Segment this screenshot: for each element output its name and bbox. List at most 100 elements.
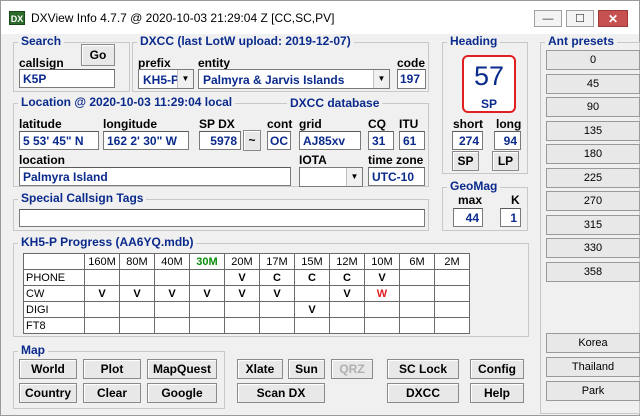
prefix-value: KH5-P (143, 73, 180, 87)
sp-dx-toggle-button[interactable]: ~ (243, 130, 261, 151)
ant-preset-button[interactable]: 135 (546, 121, 640, 141)
progress-cell (119, 317, 155, 334)
callsign-input[interactable]: K5P (19, 69, 115, 88)
longitude-field: 162 2' 30" W (103, 131, 189, 150)
mode-label: PHONE (23, 269, 85, 286)
minimize-button[interactable]: — (534, 10, 562, 27)
window-title: DXView Info 4.7.7 @ 2020-10-03 21:29:04 … (31, 11, 335, 25)
ant-preset-button[interactable]: 45 (546, 74, 640, 94)
iota-select[interactable]: ▼ (299, 167, 363, 187)
minimize-icon: — (542, 13, 554, 25)
progress-cell (329, 301, 365, 318)
code-label: code (397, 56, 426, 70)
ant-preset-button[interactable]: 180 (546, 144, 640, 164)
dxcc-button[interactable]: DXCC (387, 383, 459, 403)
progress-cell (399, 301, 435, 318)
progress-cell: V (259, 285, 295, 302)
sp-dx-label: SP DX (199, 117, 235, 131)
iota-label: IOTA (299, 153, 327, 167)
progress-cell (259, 301, 295, 318)
band-header: 80M (119, 253, 155, 270)
band-header: 40M (154, 253, 190, 270)
geomag-group-label: GeoMag (447, 179, 501, 193)
progress-cell: V (154, 285, 190, 302)
progress-cell (399, 269, 435, 286)
heading-value: 57 (473, 61, 505, 91)
progress-cell: C (294, 269, 330, 286)
ant-preset-button[interactable]: 358 (546, 262, 640, 282)
lp-button[interactable]: LP (492, 151, 519, 171)
title-bar[interactable]: DX DXView Info 4.7.7 @ 2020-10-03 21:29:… (1, 1, 639, 34)
progress-cell (189, 317, 225, 334)
band-header-highlighted: 30M (189, 253, 225, 270)
geomag-max-label: max (458, 193, 483, 207)
ant-preset-button[interactable]: 330 (546, 238, 640, 258)
world-map-button[interactable]: World (19, 359, 77, 379)
qrz-button[interactable]: QRZ (331, 359, 373, 379)
progress-cell: V (189, 285, 225, 302)
app-icon: DX (9, 11, 25, 25)
progress-cell (154, 269, 190, 286)
geomag-max-field: 44 (453, 208, 483, 227)
plot-button[interactable]: Plot (83, 359, 141, 379)
tags-group-label: Special Callsign Tags (18, 191, 147, 205)
latitude-label: latitude (19, 117, 62, 131)
progress-cell (259, 317, 295, 334)
xlate-button[interactable]: Xlate (237, 359, 283, 379)
sun-button[interactable]: Sun (288, 359, 325, 379)
progress-cell (434, 285, 470, 302)
sp-button[interactable]: SP (452, 151, 479, 171)
ant-preset-button[interactable]: 270 (546, 191, 640, 211)
chevron-down-icon[interactable]: ▼ (177, 70, 193, 88)
progress-cell: V (119, 285, 155, 302)
progress-cell (399, 317, 435, 334)
progress-cell: V (364, 269, 400, 286)
ant-preset-button[interactable]: 0 (546, 50, 640, 70)
ant-preset-button[interactable]: 90 (546, 97, 640, 117)
progress-cell: V (224, 269, 260, 286)
progress-cell (399, 285, 435, 302)
time-zone-field: UTC-10 (368, 167, 425, 186)
country-map-button[interactable]: Country (19, 383, 77, 403)
progress-cell (84, 317, 120, 334)
progress-cell (119, 301, 155, 318)
ant-preset-button[interactable]: 315 (546, 215, 640, 235)
chevron-down-icon[interactable]: ▼ (346, 168, 362, 186)
google-map-button[interactable]: Google (147, 383, 217, 403)
progress-cell (224, 301, 260, 318)
itu-zone-field: 61 (399, 131, 425, 150)
progress-cell (434, 269, 470, 286)
help-button[interactable]: Help (470, 383, 524, 403)
ant-preset-button[interactable]: 225 (546, 168, 640, 188)
ant-preset-thailand-button[interactable]: Thailand (546, 357, 640, 377)
scan-dx-button[interactable]: Scan DX (237, 383, 325, 403)
close-button[interactable]: ✕ (598, 10, 628, 27)
map-group-label: Map (18, 343, 48, 357)
ant-preset-park-button[interactable]: Park (546, 381, 640, 401)
longitude-label: longitude (103, 117, 157, 131)
ant-preset-korea-button[interactable]: Korea (546, 333, 640, 353)
sc-lock-button[interactable]: SC Lock (387, 359, 459, 379)
close-icon: ✕ (607, 12, 619, 26)
progress-row-digi: DIGI V (23, 301, 470, 318)
go-button[interactable]: Go (81, 44, 115, 66)
prefix-select[interactable]: KH5-P ▼ (138, 69, 194, 89)
continent-field: OC (267, 131, 291, 150)
progress-cell: V (294, 301, 330, 318)
mapquest-button[interactable]: MapQuest (147, 359, 217, 379)
clear-map-button[interactable]: Clear (83, 383, 141, 403)
chevron-down-icon[interactable]: ▼ (373, 70, 389, 88)
maximize-button[interactable]: ☐ (566, 10, 594, 27)
entity-label: entity (198, 56, 231, 70)
geomag-k-label: K (511, 193, 520, 207)
short-path-label: short (453, 117, 483, 131)
progress-cell (119, 269, 155, 286)
config-button[interactable]: Config (470, 359, 524, 379)
dxcc-database-label: DXCC database (287, 96, 383, 110)
geomag-k-field: 1 (500, 208, 521, 227)
cont-label: cont (267, 117, 293, 131)
progress-cell (224, 317, 260, 334)
mode-label: FT8 (23, 317, 85, 334)
entity-select[interactable]: Palmyra & Jarvis Islands ▼ (198, 69, 390, 89)
cq-label: CQ (368, 117, 386, 131)
